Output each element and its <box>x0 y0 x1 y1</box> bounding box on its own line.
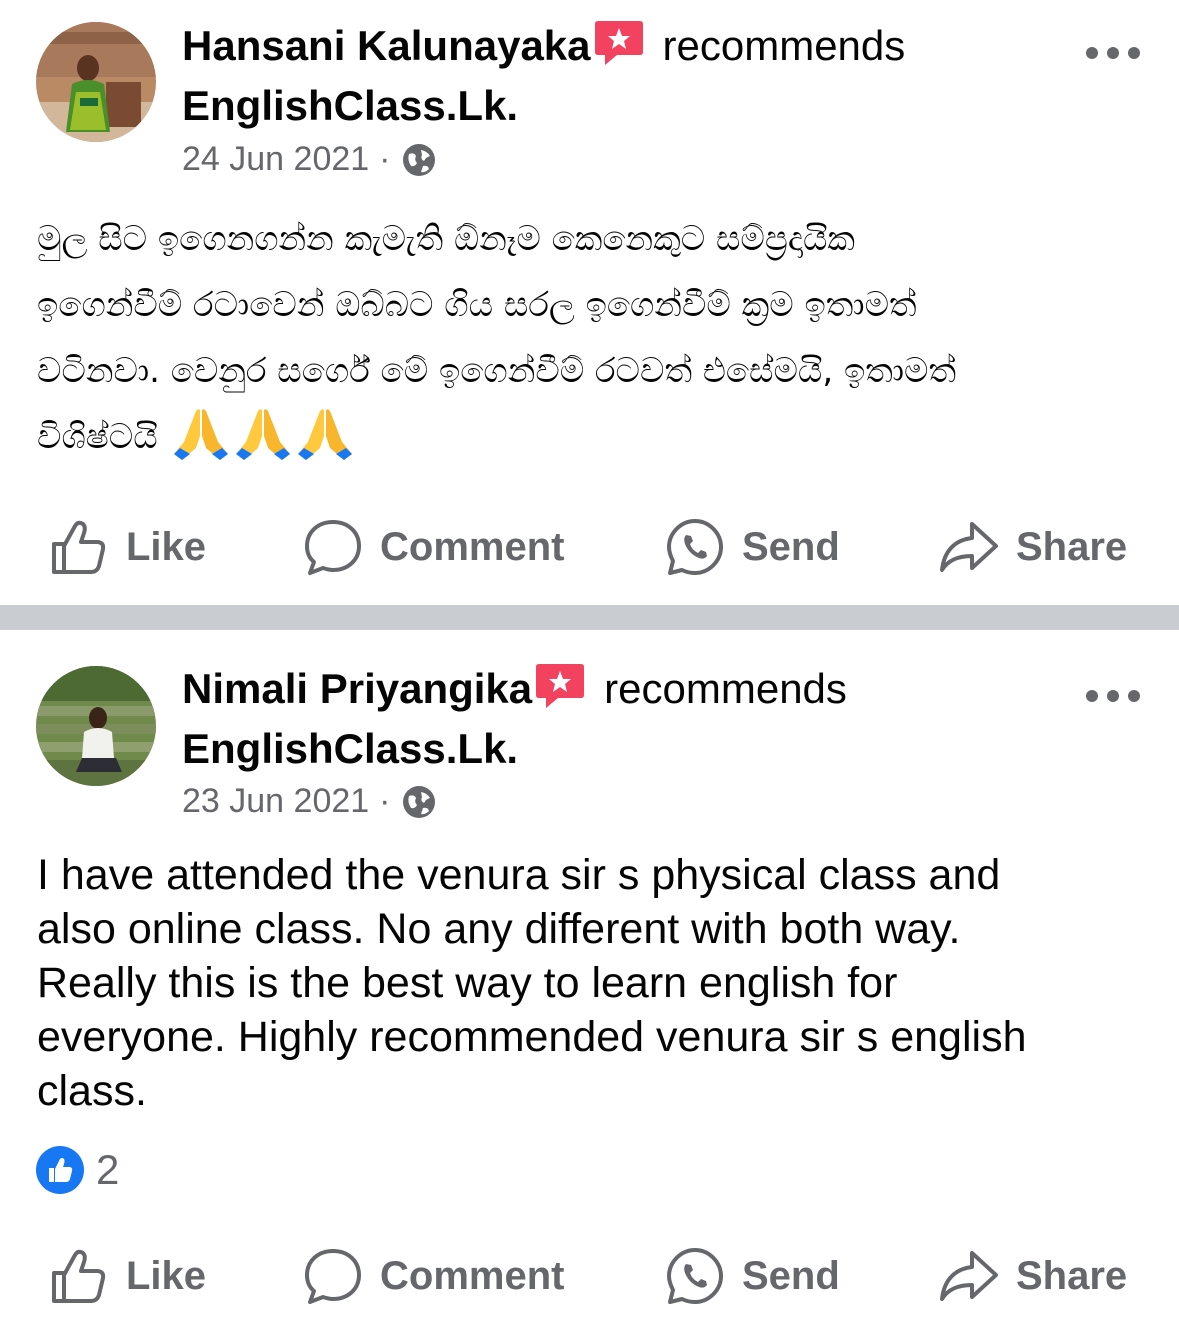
globe-icon <box>402 785 435 818</box>
recommend-badge-icon <box>594 21 643 65</box>
comment-button[interactable]: Comment <box>302 1236 564 1316</box>
post-divider <box>0 605 1179 630</box>
comment-bubble-icon <box>305 520 361 575</box>
author-name[interactable]: Hansani Kalunayaka <box>182 22 591 69</box>
reaction-summary[interactable]: 2 <box>36 1146 119 1194</box>
emoji-group <box>170 406 356 484</box>
more-options-icon[interactable] <box>1086 686 1140 706</box>
post-text: I have attended the venura sir s physica… <box>37 851 1027 1115</box>
like-button[interactable]: Like <box>48 507 206 587</box>
share-label: Share <box>1016 524 1128 569</box>
meta-separator: · <box>379 782 391 820</box>
author-name[interactable]: Nimali Priyangika <box>182 665 532 712</box>
comment-button[interactable]: Comment <box>302 507 564 587</box>
recommends-verb: recommends <box>604 665 847 712</box>
like-reaction-icon <box>36 1146 84 1194</box>
avatar[interactable] <box>36 22 156 142</box>
page-name[interactable]: EnglishClass.Lk. <box>182 719 1042 779</box>
post-body: I have attended the venura sir s physica… <box>37 848 1137 1118</box>
send-button[interactable]: Send <box>664 1236 840 1316</box>
post-meta: 23 Jun 2021 · <box>182 782 437 821</box>
post-date[interactable]: 24 Jun 2021 <box>182 140 369 179</box>
whatsapp-icon <box>667 519 723 575</box>
post-date[interactable]: 23 Jun 2021 <box>182 782 369 821</box>
action-bar: Like Comment Send Share <box>0 1236 1179 1316</box>
avatar[interactable] <box>36 666 156 786</box>
folded-hands-icon <box>173 409 228 460</box>
comment-label: Comment <box>380 1253 565 1298</box>
recommend-badge-icon <box>536 664 585 708</box>
post-header: Hansani Kalunayaka recommends EnglishClas… <box>182 16 1042 136</box>
post-meta: 24 Jun 2021 · <box>182 140 437 179</box>
thumbs-up-icon <box>52 1249 106 1303</box>
page-name[interactable]: EnglishClass.Lk. <box>182 76 1042 136</box>
action-bar: Like Comment Send Share <box>0 507 1179 587</box>
like-button[interactable]: Like <box>48 1236 206 1316</box>
post-card: Hansani Kalunayaka recommends EnglishClas… <box>0 0 1179 605</box>
like-label: Like <box>126 524 207 569</box>
send-label: Send <box>742 1253 840 1298</box>
share-arrow-icon <box>940 1251 998 1301</box>
send-button[interactable]: Send <box>664 507 840 587</box>
comment-bubble-icon <box>305 1249 361 1304</box>
reaction-count: 2 <box>96 1146 120 1193</box>
recommends-verb: recommends <box>662 22 906 69</box>
share-label: Share <box>1016 1253 1128 1298</box>
post-body: මුල සිට ඉගෙනගන්න කැමැති ඕනෑම කෙනෙකුට සම්… <box>37 206 1137 484</box>
post-card: Nimali Priyangika recommends EnglishClass… <box>0 630 1179 1330</box>
meta-separator: · <box>379 140 391 178</box>
share-arrow-icon <box>940 522 998 572</box>
thumbs-up-icon <box>52 520 106 574</box>
share-button[interactable]: Share <box>938 507 1127 587</box>
share-button[interactable]: Share <box>938 1236 1127 1316</box>
send-label: Send <box>742 524 840 569</box>
more-options-icon[interactable] <box>1086 43 1140 63</box>
post-header: Nimali Priyangika recommends EnglishClass… <box>182 659 1042 779</box>
whatsapp-icon <box>667 1248 723 1304</box>
folded-hands-icon <box>297 409 352 460</box>
comment-label: Comment <box>380 524 565 569</box>
like-label: Like <box>126 1253 207 1298</box>
folded-hands-icon <box>235 409 290 460</box>
globe-icon <box>402 143 435 176</box>
